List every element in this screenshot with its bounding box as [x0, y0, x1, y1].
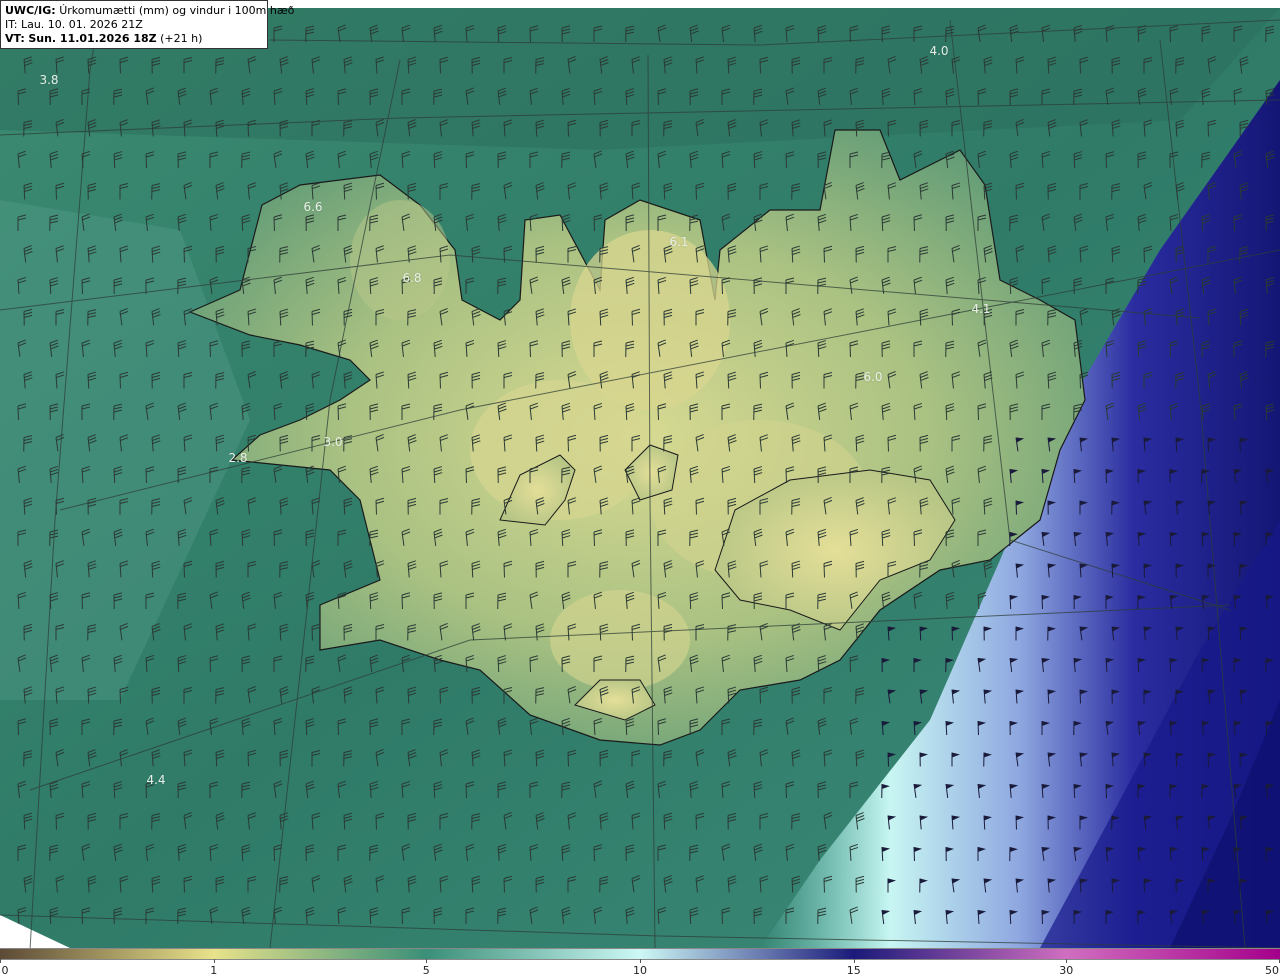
colorbar-tick-mark	[640, 959, 641, 963]
colorbar-tick-mark	[853, 959, 855, 963]
map-value-label: 4.0	[929, 44, 949, 58]
colorbar-tick-label: 10	[633, 964, 647, 977]
init-time: IT: Lau. 10. 01. 2026 21Z	[5, 18, 143, 31]
map-value-label: 4.1	[971, 302, 991, 316]
model-label: UWC/IG:	[5, 4, 56, 17]
colorbar-tick-label: 0	[1, 964, 9, 977]
colorbar-tick-label: 5	[422, 964, 430, 977]
map-value-label: 3.8	[39, 73, 59, 87]
colorbar-tick-label: 30	[1059, 964, 1074, 977]
title-line: UWC/IG: Úrkomumætti (mm) og vindur i 100…	[5, 4, 294, 18]
colorbar-tick-mark	[0, 959, 1, 963]
colorbar-tick-label: 1	[210, 964, 218, 977]
valid-time: Sun. 11.01.2026 18Z	[28, 32, 157, 45]
map-value-label: 6.0	[863, 370, 883, 384]
map-value-label: 6.1	[669, 235, 689, 249]
map-title-box: UWC/IG: Úrkomumætti (mm) og vindur i 100…	[0, 0, 294, 49]
map-stage: 3.8 4.0 6.6 6.1 6.8 4.1 6.0 3.0 2.8 4.4 …	[0, 0, 1280, 978]
valid-label: VT:	[5, 32, 25, 45]
colorbar-tick-label: 50	[1265, 964, 1279, 977]
map-value-label: 6.6	[303, 200, 323, 214]
map-value-label: 2.8	[228, 451, 248, 465]
map-value-label: 4.4	[146, 773, 166, 787]
colorbar-tick-label: 15	[846, 964, 861, 977]
colorbar: 0 1 5 10 15 30 50	[0, 948, 1280, 978]
map-value-label: 3.0	[323, 435, 343, 449]
colorbar-tick-mark	[213, 959, 215, 963]
valid-time-line: VT: Sun. 11.01.2026 18Z (+21 h)	[5, 32, 263, 46]
map-value-label: 6.8	[402, 271, 422, 285]
colorbar-tick-mark	[1066, 959, 1068, 963]
map-title: Úrkomumætti (mm) og vindur i 100m hæð	[59, 4, 295, 17]
colorbar-tick-mark	[426, 959, 428, 963]
lead-time: (+21 h)	[160, 32, 203, 45]
precipitation-map	[0, 0, 1280, 978]
